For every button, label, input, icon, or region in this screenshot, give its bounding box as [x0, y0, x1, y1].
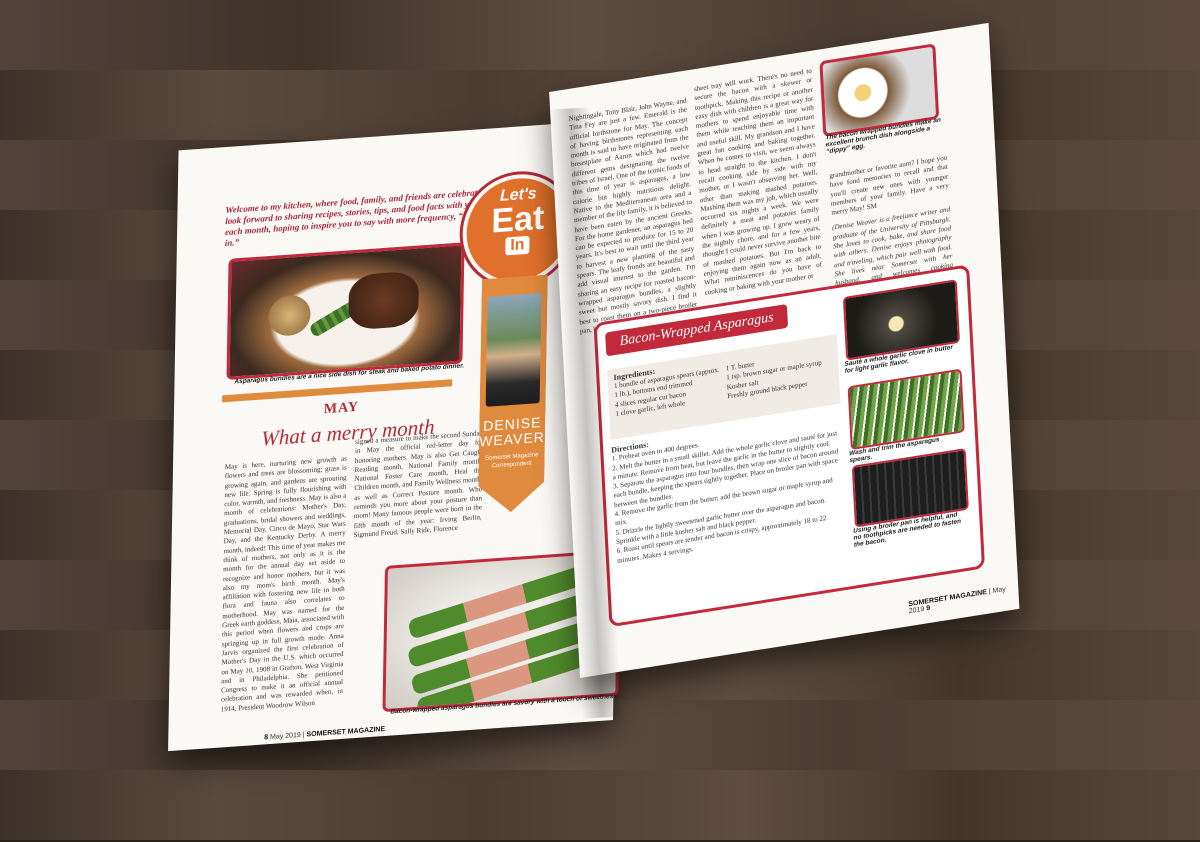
left-folio-magazine: SOMERSET MAGAZINE [306, 725, 386, 739]
right-page: Nightingale, Tony Blair, John Wayne, and… [549, 22, 1020, 679]
body-column-2: signed a measure to make the second Sund… [353, 429, 484, 540]
steak-dinner-photo [226, 242, 465, 381]
right-page-number: 9 [926, 604, 931, 613]
logo-in: In [505, 235, 530, 256]
right-folio: SOMERSET MAGAZINE | May 2019 9 [908, 585, 1006, 616]
left-page-number: 8 [264, 734, 269, 742]
recipe-box: Bacon-Wrapped Asparagus Ingredients: 1 b… [593, 264, 986, 628]
author-ribbon: DENISE WEAVER Somerset Magazine Correspo… [478, 274, 548, 514]
left-folio-date: May 2019 [269, 731, 301, 742]
month-heading: MAY [323, 399, 360, 418]
steak-image [348, 270, 420, 331]
intro-text: Welcome to my kitchen, where food, famil… [224, 186, 495, 249]
wood-plank [0, 770, 1200, 842]
author-photo [486, 293, 542, 407]
author-role: Somerset Magazine Correspondent [484, 452, 539, 470]
wood-plank [0, 0, 1200, 72]
potato-image [268, 294, 311, 338]
open-magazine: Welcome to my kitchen, where food, famil… [168, 22, 1058, 752]
right-column-2: sheet tray will work. There's no need to… [693, 66, 823, 297]
right-column-1: Nightingale, Tony Blair, John Wayne, and… [568, 96, 698, 336]
body-column-1: May is here, nurturing new growth as flo… [220, 454, 347, 714]
author-name: DENISE WEAVER [479, 413, 545, 450]
logo-eat: Eat [491, 198, 545, 241]
